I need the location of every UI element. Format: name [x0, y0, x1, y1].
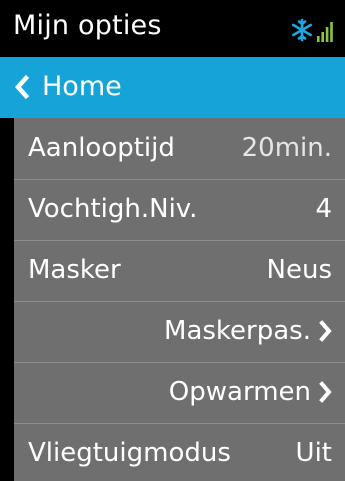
back-home-label: Home — [42, 71, 122, 102]
page-title: Mijn opties — [13, 10, 162, 41]
chevron-right-icon — [319, 320, 333, 342]
device-screen: Mijn opties Home Aanlooptijd 20min. Voch… — [0, 0, 345, 481]
status-icons — [290, 12, 333, 42]
options-list: Aanlooptijd 20min. Vochtigh.Niv. 4 Maske… — [14, 118, 345, 481]
option-vliegtuigmodus[interactable]: Vliegtuigmodus Uit — [14, 423, 345, 481]
signal-strength-icon — [317, 22, 333, 42]
option-value: 20min. — [241, 133, 332, 163]
option-maskerpas[interactable]: Maskerpas. — [14, 301, 345, 363]
option-opwarmen[interactable]: Opwarmen — [14, 362, 345, 424]
option-label: Maskerpas. — [164, 316, 311, 346]
option-value: 4 — [315, 194, 332, 224]
option-label: Vochtigh.Niv. — [28, 194, 198, 224]
option-vochtigheidsniveau[interactable]: Vochtigh.Niv. 4 — [14, 179, 345, 241]
option-link: Opwarmen — [169, 375, 333, 409]
back-home-button[interactable]: Home — [0, 57, 345, 118]
option-link: Maskerpas. — [164, 314, 333, 348]
chevron-left-icon — [13, 74, 31, 104]
option-aanlooptijd[interactable]: Aanlooptijd 20min. — [14, 118, 345, 180]
option-value: Uit — [295, 438, 332, 468]
option-label: Masker — [28, 255, 121, 285]
option-value: Neus — [266, 255, 332, 285]
option-label: Vliegtuigmodus — [28, 438, 231, 468]
option-label: Opwarmen — [168, 377, 311, 407]
option-masker[interactable]: Masker Neus — [14, 240, 345, 302]
chevron-right-icon — [319, 381, 333, 403]
header-bar: Mijn opties — [0, 0, 345, 57]
option-label: Aanlooptijd — [28, 133, 175, 163]
snowflake-icon — [290, 18, 314, 42]
